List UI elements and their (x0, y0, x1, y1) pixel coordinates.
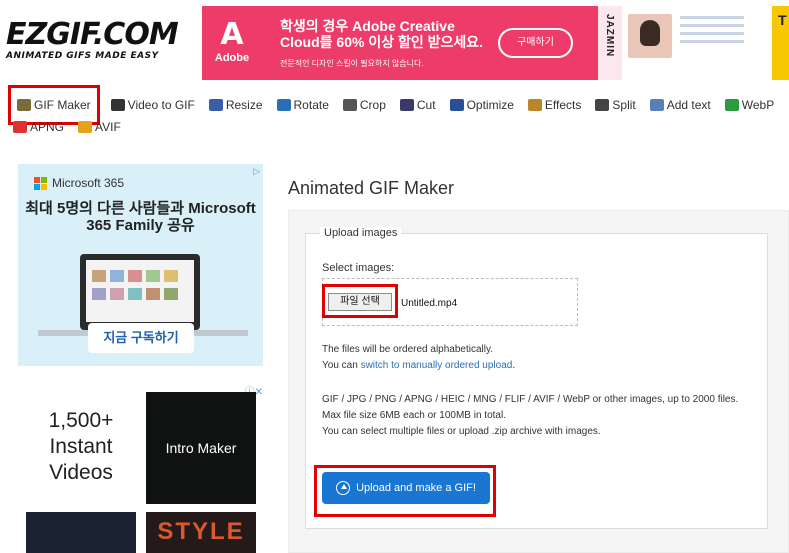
manual-order-link[interactable]: switch to manually ordered upload (361, 360, 513, 371)
selected-file-name: Untitled.mp4 (401, 298, 458, 309)
upload-panel: Upload images Select images: 파일 선택 Untit… (288, 210, 789, 553)
ad-headline: 학생의 경우 Adobe Creative Cloud를 60% 이상 할인 받… (280, 18, 484, 50)
format-info: GIF / JPG / PNG / APNG / HEIC / MNG / FL… (322, 392, 752, 440)
adchoices-icon[interactable]: ▷ (253, 166, 260, 177)
laptop-image (80, 254, 200, 330)
upload-and-make-gif-button[interactable]: Upload and make a GIF! (322, 472, 490, 504)
tool-avif[interactable]: AVIF (75, 116, 124, 138)
ms-brand: Microsoft 365 (34, 176, 124, 190)
add-text-icon (649, 99, 664, 111)
tools-toolbar: GIF Maker Video to GIF Resize Rotate Crop Cut… (8, 85, 789, 138)
tool-label: Resize (225, 98, 263, 112)
style-tile[interactable]: STYLE (146, 512, 256, 553)
split-icon (595, 99, 610, 111)
ad-buy-button[interactable]: 구매하기 (498, 28, 573, 58)
tool-label: Effects (544, 98, 582, 112)
manual-order-suffix: . (512, 360, 516, 371)
rotate-icon (276, 99, 291, 111)
video-ad-headline: 1,500+ Instant Videos (48, 409, 114, 484)
tool-label: Crop (359, 98, 386, 112)
ms-ad-title: 최대 5명의 다른 사람들과 Microsoft 365 Family 공유 (25, 200, 256, 234)
top-banner-ad[interactable]: A Adobe 학생의 경우 Adobe Creative Cloud를 60%… (202, 6, 789, 80)
page-title: Animated GIF Maker (288, 178, 455, 198)
tool-optimize[interactable]: Optimize (447, 90, 517, 120)
film-icon (110, 99, 125, 111)
gif-maker-icon (17, 99, 31, 111)
tool-label: APNG (30, 120, 65, 134)
ad-portfolio-card: JAZMIN (598, 6, 774, 80)
ad-card-text-lines (680, 16, 744, 48)
tool-crop[interactable]: Crop (340, 90, 389, 120)
tool-rotate[interactable]: Rotate (274, 90, 332, 120)
microsoft-logo-icon (34, 176, 47, 190)
apng-icon (13, 121, 27, 133)
max-file-size: Max file size 6MB each or 100MB in total… (322, 410, 506, 421)
tool-label: Rotate (293, 98, 329, 112)
microsoft-365-ad[interactable]: ▷ Microsoft 365 최대 5명의 다른 사람들과 Microsoft… (18, 164, 263, 366)
avif-icon (78, 121, 93, 133)
supported-formats: GIF / JPG / PNG / APNG / HEIC / MNG / FL… (322, 394, 739, 405)
upload-button-label: Upload and make a GIF! (356, 482, 476, 494)
manual-order-line: You can switch to manually ordered uploa… (322, 358, 515, 374)
ordering-note: The files will be ordered alphabetically… (322, 344, 494, 355)
ad-card-name: JAZMIN (604, 14, 615, 58)
laptop-screen (86, 260, 194, 322)
resize-icon (208, 99, 223, 111)
tool-label: GIF Maker (34, 98, 91, 112)
webp-icon (724, 99, 739, 111)
ad-corner-tile: T (772, 6, 789, 80)
choose-file-button[interactable]: 파일 선택 (328, 293, 392, 311)
tool-label: Split (612, 98, 636, 112)
upload-fieldset: Upload images Select images: 파일 선택 Untit… (305, 227, 768, 529)
tool-cut[interactable]: Cut (397, 90, 439, 120)
video-ad[interactable]: ⓘ✕ 1,500+ Instant Videos Intro Maker STY… (18, 380, 263, 553)
ms-subscribe-button[interactable]: 지금 구독하기 (88, 323, 194, 353)
manual-order-prefix: You can (322, 360, 361, 371)
tool-label: Cut (416, 98, 436, 112)
multi-upload-note: You can select multiple files or upload … (322, 426, 601, 437)
ad-portrait-image (628, 14, 672, 58)
toolbar-row-1: GIF Maker Video to GIF Resize Rotate Crop Cut… (8, 85, 789, 125)
tool-label: Optimize (466, 98, 514, 112)
ms-brand-label: Microsoft 365 (52, 176, 125, 190)
ad-corner-text: T (778, 12, 787, 28)
tool-label: Add text (666, 98, 711, 112)
upload-icon (336, 481, 351, 495)
tool-label: Video to GIF (127, 98, 195, 112)
adobe-wordmark: Adobe (214, 52, 250, 64)
cut-icon (399, 99, 414, 111)
ordering-info: The files will be ordered alphabetically… (322, 342, 515, 374)
ad-subline: 전문적인 디자인 스킬이 필요하지 않습니다. (280, 59, 424, 68)
tool-add-text[interactable]: Add text (647, 90, 714, 120)
intro-maker-tile[interactable]: Intro Maker (146, 392, 256, 504)
site-logo[interactable]: EZGIF.COM ANIMATED GIFS MADE EASY (6, 17, 196, 62)
logo-tagline: ANIMATED GIFS MADE EASY (6, 51, 159, 61)
tool-label: AVIF (95, 120, 121, 134)
video-tile-thumbnail[interactable] (26, 512, 136, 553)
select-images-label: Select images: (322, 262, 395, 274)
adobe-logo: A Adobe (212, 18, 252, 70)
optimize-icon (449, 99, 464, 111)
tool-apng[interactable]: APNG (10, 116, 67, 138)
tool-split[interactable]: Split (592, 90, 638, 120)
tool-label: WebP (741, 98, 775, 112)
effects-icon (527, 99, 542, 111)
adobe-icon: A (220, 17, 244, 52)
crop-icon (342, 99, 357, 111)
fieldset-legend: Upload images (320, 227, 402, 239)
tool-resize[interactable]: Resize (206, 90, 266, 120)
page: EZGIF.COM ANIMATED GIFS MADE EASY A Adob… (0, 0, 789, 553)
logo-main-text: EZGIF.COM (6, 17, 179, 52)
tool-webp[interactable]: WebP (722, 90, 777, 120)
tool-effects[interactable]: Effects (525, 90, 584, 120)
file-button-highlight: 파일 선택 (322, 284, 398, 318)
